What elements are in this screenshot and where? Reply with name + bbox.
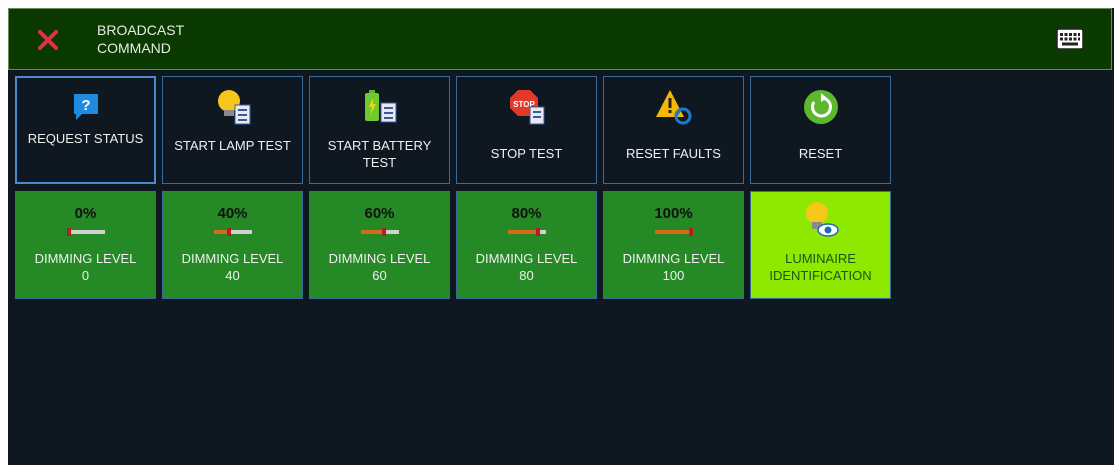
stop-test-button[interactable]: STOP STOP TEST (456, 76, 597, 184)
luminaire-identification-button[interactable]: LUMINAIRE IDENTIFICATION (750, 191, 891, 299)
battery-test-icon (364, 90, 396, 123)
dimming-label: DIMMING LEVEL 100 (608, 250, 739, 284)
dimming-level-40-button[interactable]: 40% DIMMING LEVEL 40 (162, 191, 303, 299)
dimming-level-fill (507, 230, 538, 234)
dimming-percent: 100% (654, 205, 693, 222)
stop-test-label: STOP TEST (490, 146, 563, 161)
dimming-level-bar (654, 228, 693, 236)
dimming-level-bar (66, 228, 105, 236)
keyboard-button[interactable] (1056, 28, 1084, 50)
dimming-label-text: DIMMING LEVEL (475, 251, 578, 266)
dimming-level-fill (654, 230, 693, 234)
dimming-label-value: 60 (372, 268, 387, 283)
reset-icon (803, 90, 838, 124)
dimming-label: DIMMING LEVEL 60 (314, 250, 445, 284)
dimming-percent: 40% (217, 205, 248, 222)
dimming-label-value: 80 (519, 268, 534, 283)
question-bubble-icon: ? (73, 94, 98, 120)
dimming-level-knob (226, 228, 231, 236)
broadcast-command-window: BROADCAST COMMAND ? REQUEST STATUS START… (8, 8, 1114, 465)
dimming-label-value: 0 (81, 268, 90, 283)
dimming-label: DIMMING LEVEL 80 (461, 250, 592, 284)
dimming-level-80-button[interactable]: 80% DIMMING LEVEL 80 (456, 191, 597, 299)
luminaire-label: LUMINAIRE IDENTIFICATION (755, 250, 886, 284)
dimming-label-value: 40 (225, 268, 240, 283)
dimming-level-100-button[interactable]: 100% DIMMING LEVEL 100 (603, 191, 744, 299)
start-lamp-test-label: START LAMP TEST (174, 138, 291, 153)
close-button[interactable] (33, 25, 63, 55)
reset-label: RESET (798, 146, 843, 161)
dimming-label-text: DIMMING LEVEL (328, 251, 431, 266)
reset-button[interactable]: RESET (750, 76, 891, 184)
dimming-percent: 0% (74, 205, 97, 222)
page-title: BROADCAST COMMAND (97, 21, 184, 57)
dimming-level-bar (213, 228, 252, 236)
request-status-button[interactable]: ? REQUEST STATUS (15, 76, 156, 184)
dimming-level-knob (381, 228, 386, 236)
header-bar: BROADCAST COMMAND (8, 8, 1112, 70)
dimming-percent: 60% (364, 205, 395, 222)
dimming-percent: 80% (511, 205, 542, 222)
reset-faults-button[interactable]: RESET FAULTS (603, 76, 744, 184)
lamp-eye-icon (805, 202, 839, 237)
luminaire-label-line2: IDENTIFICATION (769, 268, 872, 283)
dimming-label-text: DIMMING LEVEL (181, 251, 284, 266)
dimming-level-knob (688, 228, 693, 236)
dimming-level-bar (507, 228, 546, 236)
lamp-test-icon (217, 90, 250, 125)
keyboard-icon (1056, 28, 1084, 50)
close-icon (38, 30, 58, 50)
start-battery-test-button[interactable]: START BATTERY TEST (309, 76, 450, 184)
dimming-label-value: 100 (662, 268, 685, 283)
dimming-level-knob (535, 228, 540, 236)
dimming-level-fill (360, 230, 384, 234)
start-battery-test-label: START BATTERY TEST (327, 138, 432, 170)
dimming-level-knob (66, 228, 71, 236)
dimming-level-60-button[interactable]: 60% DIMMING LEVEL 60 (309, 191, 450, 299)
dimming-label-text: DIMMING LEVEL (622, 251, 725, 266)
title-line-2: COMMAND (97, 40, 171, 56)
reset-faults-label: RESET FAULTS (626, 146, 721, 161)
start-lamp-test-button[interactable]: START LAMP TEST (162, 76, 303, 184)
reset-faults-icon (655, 90, 691, 125)
luminaire-label-line1: LUMINAIRE (785, 251, 856, 266)
dimming-level-bar (360, 228, 399, 236)
svg-text:?: ? (81, 97, 90, 114)
stop-test-icon: STOP (509, 90, 544, 125)
dimming-label: DIMMING LEVEL 40 (167, 250, 298, 284)
dimming-level-0-button[interactable]: 0% DIMMING LEVEL 0 (15, 191, 156, 299)
dimming-label: DIMMING LEVEL 0 (20, 250, 151, 284)
dimming-label-text: DIMMING LEVEL (34, 251, 137, 266)
request-status-label: REQUEST STATUS (27, 131, 144, 146)
title-line-1: BROADCAST (97, 22, 185, 38)
